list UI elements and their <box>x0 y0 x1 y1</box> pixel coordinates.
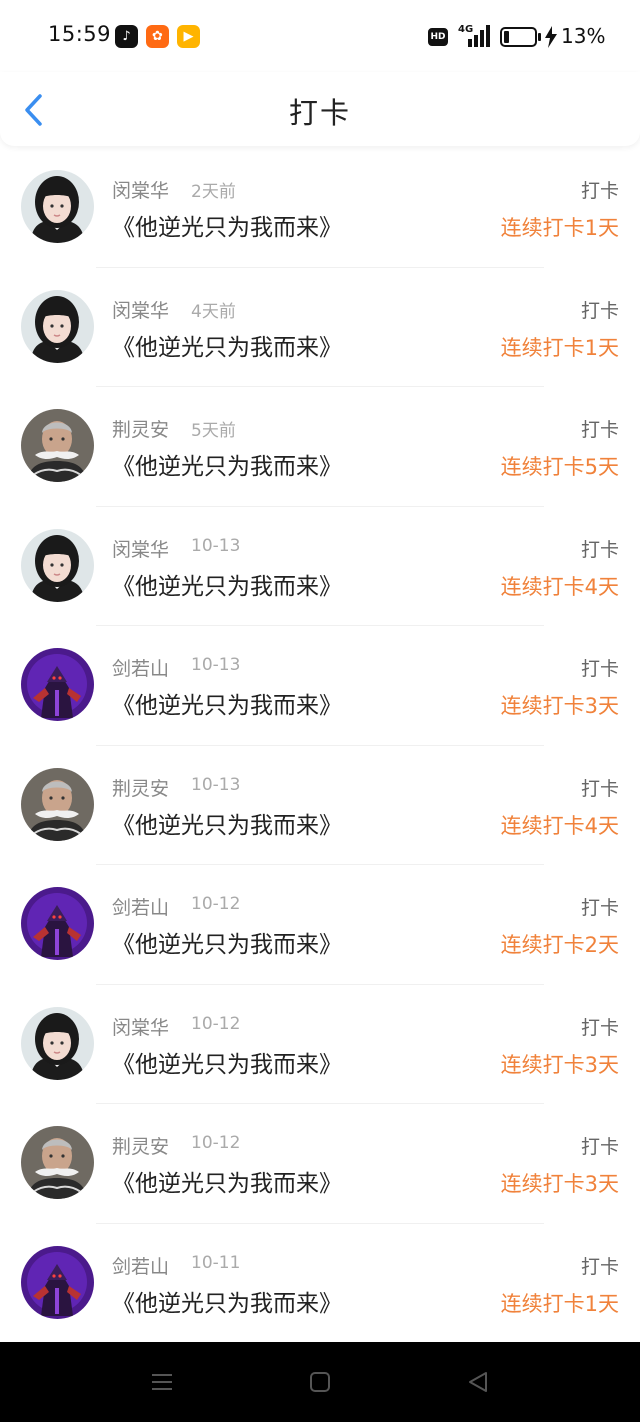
book-title: 《他逆光只为我而来》 <box>112 1290 342 1317</box>
menu-icon[interactable] <box>146 1366 178 1398</box>
checkin-time: 10-12 <box>191 1013 241 1034</box>
book-title: 《他逆光只为我而来》 <box>112 932 342 958</box>
book-title: 《他逆光只为我而来》 <box>112 812 342 839</box>
book-title: 《他逆光只为我而来》 <box>112 1171 342 1197</box>
user-name: 荆灵安 <box>112 419 170 441</box>
book-title: 《他逆光只为我而来》 <box>112 573 342 600</box>
status-time: 15:59 <box>48 22 112 46</box>
checkin-time: 10-11 <box>191 1252 241 1273</box>
checkin-label: 打卡 <box>580 897 619 919</box>
streak-label: 连续打卡3天 <box>500 694 619 718</box>
streak-label: 连续打卡4天 <box>500 574 619 599</box>
book-title: 《他逆光只为我而来》 <box>112 693 342 719</box>
avatar[interactable] <box>21 1006 94 1080</box>
battery-icon <box>500 27 541 47</box>
battery-percent: 13% <box>561 24 606 48</box>
checkin-label: 打卡 <box>580 1255 619 1278</box>
checkin-row[interactable]: 剑若山 10-11 《他逆光只为我而来》 打卡 连续打卡1天 <box>0 1224 640 1344</box>
streak-label: 连续打卡1天 <box>500 216 619 240</box>
checkin-label: 打卡 <box>580 180 619 202</box>
checkin-label: 打卡 <box>580 1016 619 1039</box>
avatar[interactable] <box>21 887 94 960</box>
streak-label: 连续打卡1天 <box>500 335 619 360</box>
hd-badge: HD <box>428 28 448 46</box>
user-name: 闵棠华 <box>112 1016 170 1039</box>
user-name: 闵棠华 <box>112 180 170 202</box>
checkin-row[interactable]: 闵棠华 4天前 《他逆光只为我而来》 打卡 连续打卡1天 <box>0 268 640 388</box>
status-bar: 15:59 ♪ ✿ ▶ HD 4G 13% <box>0 0 640 72</box>
checkin-label: 打卡 <box>580 299 619 322</box>
user-name: 闵棠华 <box>112 299 170 322</box>
checkin-label: 打卡 <box>580 658 619 680</box>
avatar[interactable] <box>21 1126 94 1199</box>
book-title: 《他逆光只为我而来》 <box>112 334 342 361</box>
checkin-time: 10-13 <box>191 655 241 675</box>
avatar[interactable] <box>21 648 94 721</box>
checkin-time: 10-13 <box>191 535 241 556</box>
streak-label: 连续打卡5天 <box>500 455 619 479</box>
tiktok-icon: ♪ <box>115 25 138 48</box>
checkin-row[interactable]: 荆灵安 10-12 《他逆光只为我而来》 打卡 连续打卡3天 <box>0 1104 640 1224</box>
user-name: 剑若山 <box>112 897 170 919</box>
checkin-label: 打卡 <box>580 777 619 800</box>
streak-label: 连续打卡2天 <box>500 933 619 957</box>
streak-label: 连续打卡3天 <box>500 1172 619 1196</box>
checkin-row[interactable]: 闵棠华 2天前 《他逆光只为我而来》 打卡 连续打卡1天 <box>0 148 640 268</box>
checkin-label: 打卡 <box>580 538 619 561</box>
checkin-time: 10-13 <box>191 774 241 795</box>
home-square-icon[interactable] <box>304 1366 336 1398</box>
user-name: 剑若山 <box>112 658 170 680</box>
avatar[interactable] <box>21 528 94 602</box>
checkin-time: 5天前 <box>191 421 236 441</box>
checkin-list: 闵棠华 2天前 《他逆光只为我而来》 打卡 连续打卡1天 闵棠华 4天前 《他逆… <box>0 148 640 1344</box>
checkin-row[interactable]: 剑若山 10-13 《他逆光只为我而来》 打卡 连续打卡3天 <box>0 626 640 746</box>
checkin-label: 打卡 <box>580 1136 619 1158</box>
kuaishou-icon: ✿ <box>146 25 169 48</box>
checkin-time: 4天前 <box>191 301 236 322</box>
avatar[interactable] <box>21 767 94 841</box>
user-name: 剑若山 <box>112 1255 170 1278</box>
checkin-row[interactable]: 荆灵安 5天前 《他逆光只为我而来》 打卡 连续打卡5天 <box>0 387 640 507</box>
checkin-row[interactable]: 剑若山 10-12 《他逆光只为我而来》 打卡 连续打卡2天 <box>0 865 640 985</box>
system-nav-bar <box>0 1342 640 1422</box>
page-title: 打卡 <box>288 96 351 130</box>
book-title: 《他逆光只为我而来》 <box>112 1051 342 1078</box>
charging-bolt-icon <box>545 26 557 48</box>
checkin-row[interactable]: 闵棠华 10-12 《他逆光只为我而来》 打卡 连续打卡3天 <box>0 985 640 1105</box>
checkin-label: 打卡 <box>580 419 619 441</box>
video-icon: ▶ <box>177 25 200 48</box>
book-title: 《他逆光只为我而来》 <box>112 454 342 480</box>
signal-icon <box>468 25 490 47</box>
header: 打卡 <box>0 72 640 146</box>
book-title: 《他逆光只为我而来》 <box>112 215 342 241</box>
checkin-time: 10-12 <box>191 894 241 914</box>
streak-label: 连续打卡3天 <box>500 1052 619 1077</box>
checkin-row[interactable]: 闵棠华 10-13 《他逆光只为我而来》 打卡 连续打卡4天 <box>0 507 640 627</box>
avatar[interactable] <box>21 409 94 482</box>
user-name: 荆灵安 <box>112 1136 170 1158</box>
user-name: 闵棠华 <box>112 538 170 561</box>
back-triangle-icon[interactable] <box>462 1366 494 1398</box>
avatar[interactable] <box>21 289 94 363</box>
checkin-row[interactable]: 荆灵安 10-13 《他逆光只为我而来》 打卡 连续打卡4天 <box>0 746 640 866</box>
checkin-time: 2天前 <box>191 182 236 202</box>
checkin-time: 10-12 <box>191 1133 241 1153</box>
streak-label: 连续打卡1天 <box>500 1291 619 1316</box>
streak-label: 连续打卡4天 <box>500 813 619 838</box>
avatar[interactable] <box>21 1245 94 1319</box>
user-name: 荆灵安 <box>112 777 170 800</box>
avatar[interactable] <box>21 170 94 243</box>
